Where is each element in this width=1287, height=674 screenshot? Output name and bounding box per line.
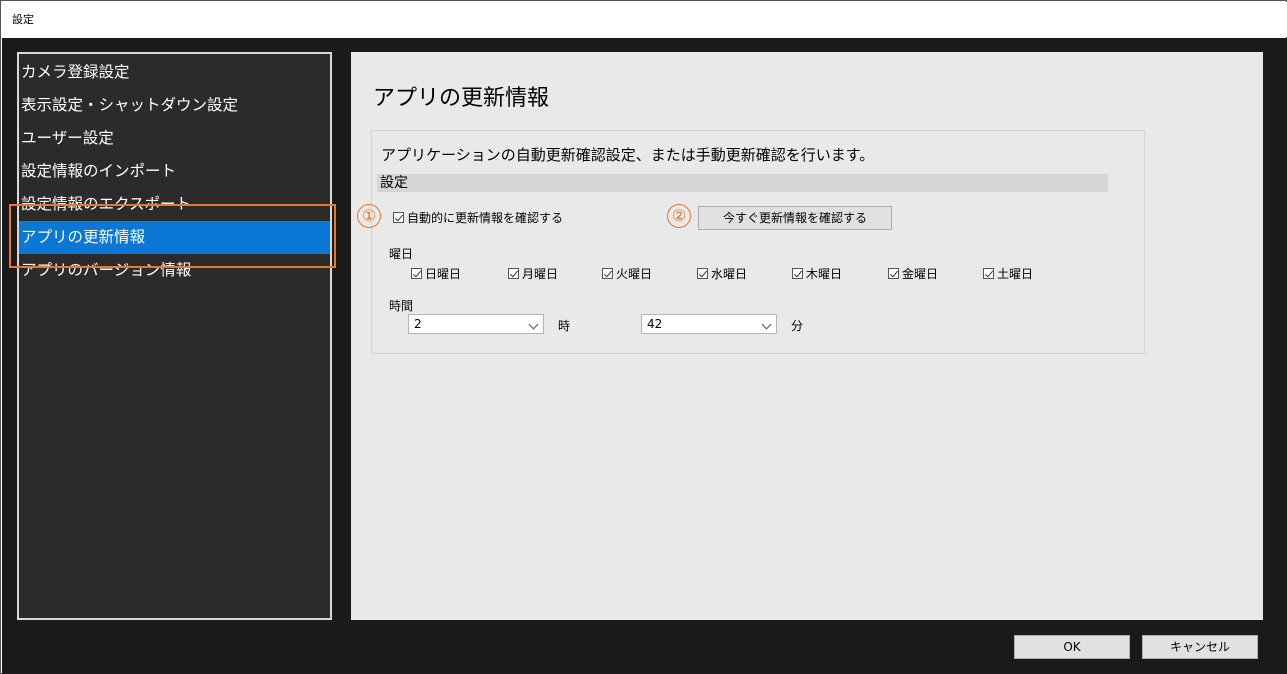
annotation-marker-2: ② xyxy=(667,204,691,228)
checkbox-checked-icon[interactable] xyxy=(888,268,899,279)
sidebar-item-app-update[interactable]: アプリの更新情報 xyxy=(19,221,330,254)
checkbox-checked-icon[interactable] xyxy=(393,212,404,223)
annotation-marker-1: ① xyxy=(357,204,381,228)
day-label: 金曜日 xyxy=(902,267,939,281)
checkbox-checked-icon[interactable] xyxy=(792,268,803,279)
page-description: アプリケーションの自動更新確認設定、または手動更新確認を行います。 xyxy=(381,146,875,164)
chevron-down-icon xyxy=(761,319,772,330)
auto-check-checkbox[interactable]: 自動的に更新情報を確認する xyxy=(393,207,563,226)
day-checkbox-thursday[interactable]: 木曜日 xyxy=(792,263,842,282)
minute-unit-label: 分 xyxy=(791,319,804,333)
checkbox-checked-icon[interactable] xyxy=(697,268,708,279)
days-label: 曜日 xyxy=(389,247,414,261)
sidebar-item-camera-registration[interactable]: カメラ登録設定 xyxy=(19,56,330,89)
checkbox-checked-icon[interactable] xyxy=(983,268,994,279)
day-label: 土曜日 xyxy=(997,267,1034,281)
hour-select[interactable]: 2 xyxy=(408,314,544,334)
sidebar-item-export[interactable]: 設定情報のエクスポート xyxy=(19,188,330,221)
day-label: 水曜日 xyxy=(711,267,748,281)
section-label: 設定 xyxy=(380,175,408,191)
section-header: 設定 xyxy=(377,174,1108,192)
cancel-button[interactable]: キャンセル xyxy=(1142,635,1258,659)
day-label: 月曜日 xyxy=(522,267,559,281)
day-label: 木曜日 xyxy=(806,267,843,281)
time-label: 時間 xyxy=(389,299,414,313)
checkbox-checked-icon[interactable] xyxy=(602,268,613,279)
sidebar-item-user-settings[interactable]: ユーザー設定 xyxy=(19,122,330,155)
sidebar: カメラ登録設定 表示設定・シャットダウン設定 ユーザー設定 設定情報のインポート… xyxy=(17,52,332,620)
day-checkbox-sunday[interactable]: 日曜日 xyxy=(411,263,461,282)
day-label: 日曜日 xyxy=(425,267,462,281)
minute-select[interactable]: 42 xyxy=(641,314,777,334)
day-checkbox-saturday[interactable]: 土曜日 xyxy=(983,263,1033,282)
checkbox-checked-icon[interactable] xyxy=(411,268,422,279)
sidebar-item-import[interactable]: 設定情報のインポート xyxy=(19,155,330,188)
day-checkbox-monday[interactable]: 月曜日 xyxy=(508,263,558,282)
day-checkbox-friday[interactable]: 金曜日 xyxy=(888,263,938,282)
window-title: 設定 xyxy=(12,13,34,26)
page-title: アプリの更新情報 xyxy=(373,86,550,111)
sidebar-item-display-shutdown[interactable]: 表示設定・シャットダウン設定 xyxy=(19,89,330,122)
auto-check-label: 自動的に更新情報を確認する xyxy=(407,211,564,225)
minute-value: 42 xyxy=(647,317,663,331)
hour-value: 2 xyxy=(414,317,422,331)
day-checkbox-tuesday[interactable]: 火曜日 xyxy=(602,263,652,282)
sidebar-item-app-version[interactable]: アプリのバージョン情報 xyxy=(19,254,330,287)
chevron-down-icon xyxy=(528,319,539,330)
title-bar[interactable]: 設定 xyxy=(2,2,1287,37)
hour-unit-label: 時 xyxy=(558,319,571,333)
ok-button[interactable]: OK xyxy=(1014,635,1130,659)
checkbox-checked-icon[interactable] xyxy=(508,268,519,279)
check-now-button[interactable]: 今すぐ更新情報を確認する xyxy=(698,206,892,230)
day-label: 火曜日 xyxy=(616,267,653,281)
day-checkbox-wednesday[interactable]: 水曜日 xyxy=(697,263,747,282)
